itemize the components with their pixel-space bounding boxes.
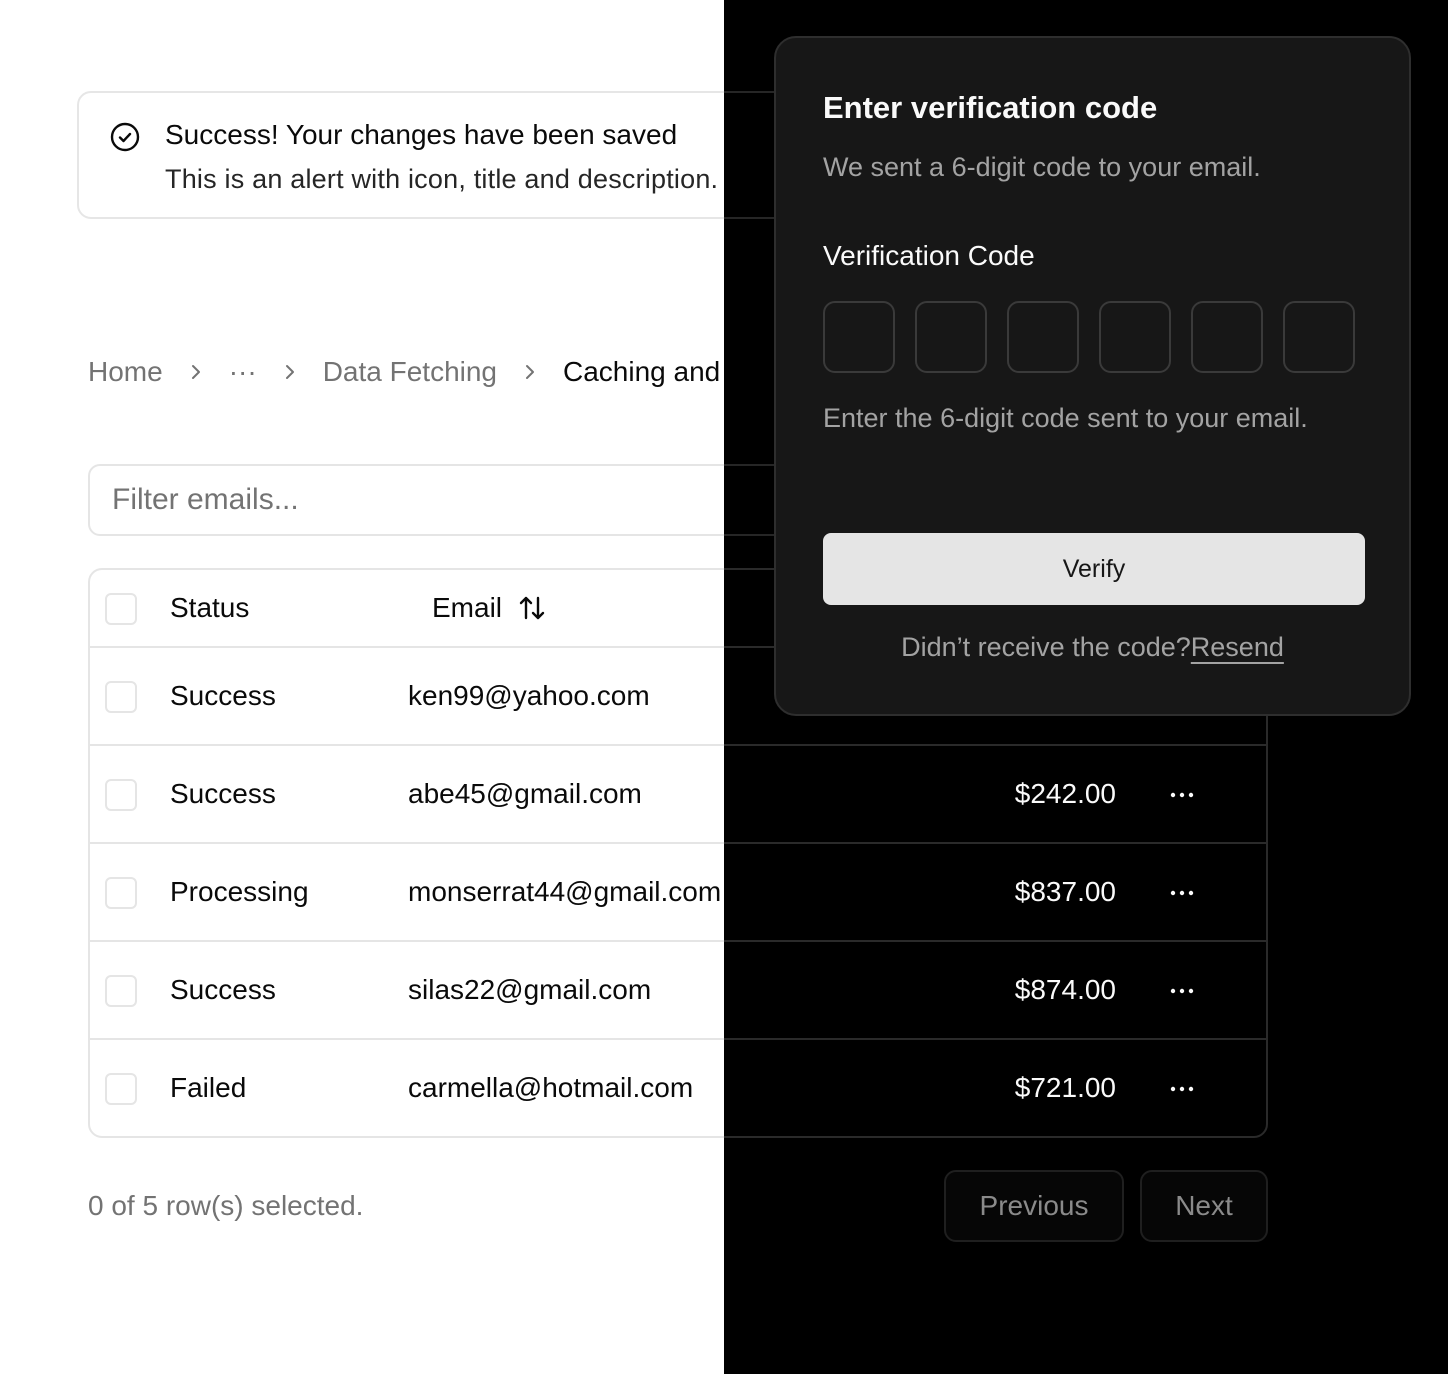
row-status: Success bbox=[170, 974, 276, 1005]
row-checkbox[interactable] bbox=[105, 877, 137, 909]
row-email: monserrat44@gmail.com bbox=[408, 876, 722, 907]
row-checkbox[interactable] bbox=[105, 975, 137, 1007]
row-status: Success bbox=[170, 778, 276, 809]
row-checkbox[interactable] bbox=[105, 1073, 137, 1105]
row-actions-button[interactable] bbox=[1166, 877, 1198, 909]
email-sort-header[interactable]: Email bbox=[432, 592, 548, 624]
row-email: abe45@gmail.com bbox=[408, 778, 642, 809]
row-actions-button[interactable] bbox=[1166, 975, 1198, 1007]
verification-subtitle: We sent a 6-digit code to your email. bbox=[823, 152, 1261, 182]
next-page-button[interactable]: Next bbox=[1140, 1170, 1268, 1242]
status-header: Status bbox=[170, 592, 250, 623]
selection-count: 0 of 5 row(s) selected. bbox=[88, 1190, 364, 1221]
row-actions-button[interactable] bbox=[1166, 1073, 1198, 1105]
otp-digit-4[interactable] bbox=[1099, 301, 1171, 373]
otp-digit-3[interactable] bbox=[1007, 301, 1079, 373]
row-amount: $837.00 bbox=[1014, 876, 1116, 907]
verification-title: Enter verification code bbox=[823, 90, 1158, 125]
resend-prompt: Didn’t receive the code? bbox=[901, 632, 1191, 662]
alert-description: This is an alert with icon, title and de… bbox=[165, 164, 719, 194]
check-circle-icon bbox=[110, 122, 140, 152]
row-status: Processing bbox=[170, 876, 309, 907]
more-horizontal-icon bbox=[1170, 988, 1194, 994]
alert-title: Success! Your changes have been saved bbox=[165, 119, 678, 150]
chevron-right-icon bbox=[271, 352, 309, 392]
row-email: ken99@yahoo.com bbox=[408, 680, 650, 711]
row-email: carmella@hotmail.com bbox=[408, 1072, 694, 1103]
row-actions-button[interactable] bbox=[1166, 779, 1198, 811]
breadcrumb: Home ··· Data Fetching Caching and Reva bbox=[88, 352, 724, 392]
previous-page-button[interactable]: Previous bbox=[944, 1170, 1124, 1242]
row-checkbox[interactable] bbox=[105, 779, 137, 811]
breadcrumb-home[interactable]: Home bbox=[88, 356, 163, 388]
resend-row: Didn’t receive the code?Resend bbox=[776, 632, 1409, 663]
otp-digit-1[interactable] bbox=[823, 301, 895, 373]
more-horizontal-icon bbox=[1170, 792, 1194, 798]
verify-button[interactable]: Verify bbox=[823, 533, 1365, 605]
more-horizontal-icon bbox=[1170, 1086, 1194, 1092]
row-amount: $874.00 bbox=[1014, 974, 1116, 1005]
row-status: Success bbox=[170, 680, 276, 711]
row-amount: $242.00 bbox=[1014, 778, 1116, 809]
row-status: Failed bbox=[170, 1072, 247, 1103]
otp-digit-2[interactable] bbox=[915, 301, 987, 373]
breadcrumb-ellipsis[interactable]: ··· bbox=[229, 356, 257, 388]
otp-digit-5[interactable] bbox=[1191, 301, 1263, 373]
email-header-label: Email bbox=[432, 592, 503, 623]
otp-digit-6[interactable] bbox=[1283, 301, 1355, 373]
arrows-up-down-icon bbox=[519, 596, 545, 620]
verification-card: Enter verification code We sent a 6-digi… bbox=[774, 36, 1411, 716]
row-checkbox[interactable] bbox=[105, 681, 137, 713]
row-amount: $721.00 bbox=[1014, 1072, 1116, 1103]
more-horizontal-icon bbox=[1170, 890, 1194, 896]
chevron-right-icon bbox=[177, 352, 215, 392]
breadcrumb-data-fetching[interactable]: Data Fetching bbox=[323, 356, 497, 388]
resend-link[interactable]: Resend bbox=[1191, 632, 1284, 662]
chevron-right-icon bbox=[511, 352, 549, 392]
verification-help-text: Enter the 6-digit code sent to your emai… bbox=[823, 403, 1308, 433]
verification-code-label: Verification Code bbox=[823, 240, 1035, 271]
select-all-checkbox[interactable] bbox=[105, 593, 137, 625]
row-email: silas22@gmail.com bbox=[408, 974, 652, 1005]
